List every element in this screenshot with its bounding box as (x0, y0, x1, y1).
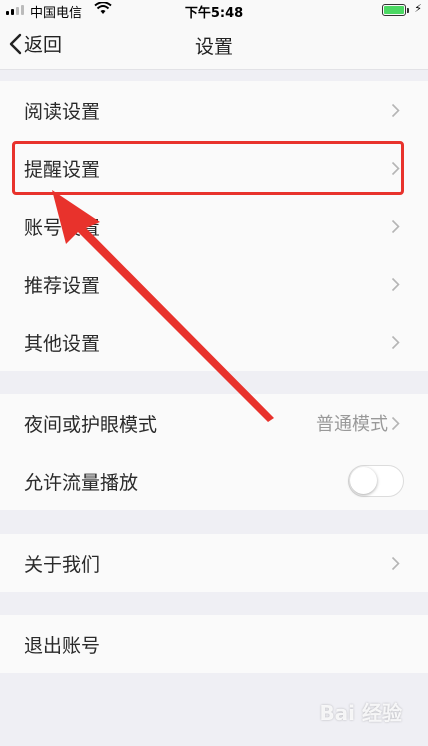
battery-icon (382, 4, 406, 16)
chevron-right-icon (391, 416, 400, 431)
chevron-right-icon (391, 277, 400, 292)
row-about-us[interactable]: 关于我们 (0, 534, 428, 592)
navigation-bar: 返回 设置 (0, 20, 428, 70)
logout-button[interactable]: 退出账号 (0, 615, 428, 673)
row-traffic-play: 允许流量播放 (0, 452, 428, 510)
row-recommend-settings[interactable]: 推荐设置 (0, 255, 428, 313)
status-bar: 中国电信 下午5:48 ⚡ (0, 0, 428, 21)
chevron-right-icon (391, 556, 400, 571)
settings-group-display: 夜间或护眼模式 普通模式 允许流量播放 (0, 394, 428, 510)
traffic-play-toggle[interactable] (348, 465, 404, 497)
row-label: 其他设置 (24, 332, 101, 355)
row-reading-settings[interactable]: 阅读设置 (0, 81, 428, 139)
row-label: 阅读设置 (24, 100, 101, 123)
chevron-right-icon (391, 161, 400, 176)
watermark: Bai 经验 (319, 701, 402, 725)
toggle-knob (350, 467, 377, 494)
row-label: 退出账号 (24, 634, 101, 657)
row-label: 关于我们 (24, 553, 101, 576)
row-reminder-settings[interactable]: 提醒设置 (0, 139, 428, 197)
chevron-right-icon (391, 219, 400, 234)
row-other-settings[interactable]: 其他设置 (0, 313, 428, 371)
row-night-mode[interactable]: 夜间或护眼模式 普通模式 (0, 394, 428, 452)
charging-icon: ⚡ (414, 2, 422, 15)
settings-group-main: 阅读设置 提醒设置 账号设置 推荐设置 其他设置 (0, 81, 428, 371)
clock: 下午5:48 (184, 6, 244, 21)
row-label: 提醒设置 (24, 158, 101, 181)
row-label: 推荐设置 (24, 274, 101, 297)
chevron-right-icon (391, 335, 400, 350)
settings-group-about: 关于我们 (0, 534, 428, 592)
row-account-settings[interactable]: 账号设置 (0, 197, 428, 255)
row-label: 账号设置 (24, 216, 101, 239)
night-mode-value: 普通模式 (316, 414, 388, 435)
row-label: 夜间或护眼模式 (24, 413, 158, 436)
settings-group-logout: 退出账号 (0, 615, 428, 673)
chevron-right-icon (391, 103, 400, 118)
page-title: 设置 (194, 36, 233, 58)
